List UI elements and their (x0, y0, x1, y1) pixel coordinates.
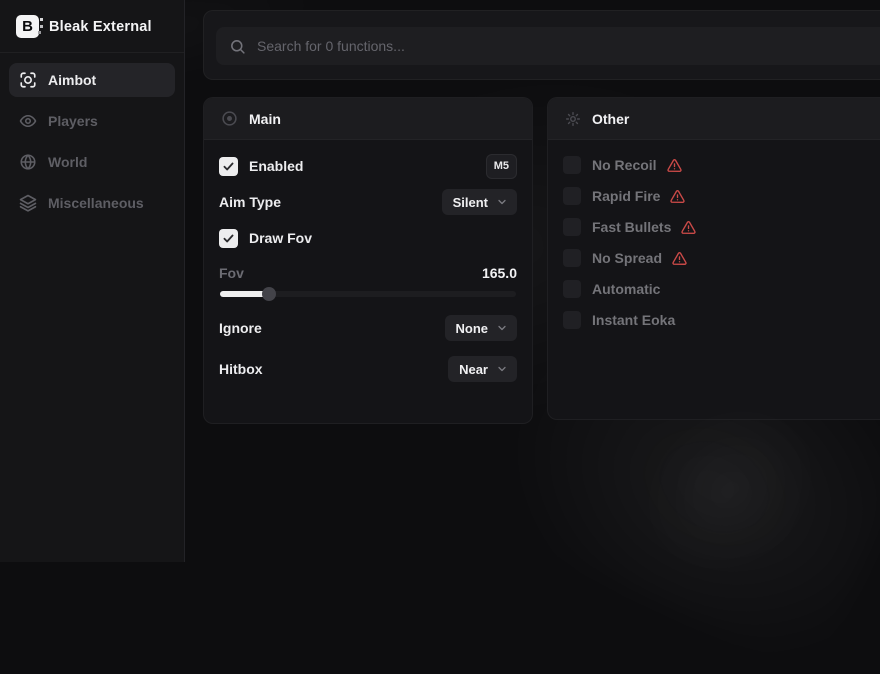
toggle-checkbox[interactable] (563, 218, 581, 236)
sidebar-item-miscellaneous[interactable]: Miscellaneous (9, 186, 175, 220)
aim-type-dropdown[interactable]: Silent (442, 189, 517, 215)
toggle-label: Rapid Fire (592, 188, 660, 204)
panel-other-body: No Recoil Rapid Fire Fast Bullets (548, 140, 880, 330)
warning-icon (670, 189, 685, 204)
fov-value: 165.0 (482, 265, 517, 281)
app-logo-icon: B (16, 15, 39, 38)
sidebar-item-aimbot[interactable]: Aimbot (9, 63, 175, 97)
draw-fov-label: Draw Fov (249, 230, 312, 246)
content-area: Main Enabled M5 Aim Type Silent (185, 0, 880, 562)
chevron-down-icon (496, 196, 508, 208)
ignore-row: Ignore None (219, 315, 517, 341)
toggle-checkbox[interactable] (563, 156, 581, 174)
panel-other: Other No Recoil Rapid Fire (547, 97, 880, 420)
toggle-label: No Recoil (592, 157, 657, 173)
panel-other-header: Other (548, 98, 880, 140)
panel-other-title: Other (592, 111, 629, 127)
ignore-label: Ignore (219, 320, 262, 336)
gear-icon (565, 111, 581, 127)
toggle-checkbox[interactable] (563, 187, 581, 205)
sidebar-item-world[interactable]: World (9, 145, 175, 179)
toggle-checkbox[interactable] (563, 280, 581, 298)
hitbox-dropdown[interactable]: Near (448, 356, 517, 382)
warning-icon (672, 251, 687, 266)
draw-fov-checkbox[interactable] (219, 229, 238, 248)
toggle-label: Automatic (592, 281, 660, 297)
chevron-down-icon (496, 322, 508, 334)
sidebar-divider (0, 52, 184, 53)
fov-row: Fov 165.0 (219, 263, 517, 283)
sidebar-item-players[interactable]: Players (9, 104, 175, 138)
sidebar: B Bleak External Aimbot Players (0, 0, 185, 562)
fov-slider-handle[interactable] (262, 287, 276, 301)
draw-fov-row: Draw Fov (219, 225, 517, 251)
enabled-label: Enabled (249, 158, 303, 174)
aim-type-value: Silent (453, 195, 488, 210)
panel-main-header: Main (204, 98, 532, 140)
globe-icon (19, 153, 37, 171)
sidebar-item-label: World (48, 154, 87, 170)
panel-main-title: Main (249, 111, 281, 127)
enabled-row: Enabled M5 (219, 153, 517, 179)
aim-type-row: Aim Type Silent (219, 189, 517, 215)
keybind-button[interactable]: M5 (486, 154, 517, 179)
toggle-item: Automatic (563, 279, 876, 299)
toggle-item: No Recoil (563, 155, 876, 175)
disc-target-icon (221, 110, 238, 127)
warning-icon (667, 158, 682, 173)
panel-main-body: Enabled M5 Aim Type Silent Draw Fov (204, 140, 532, 382)
toggle-list: No Recoil Rapid Fire Fast Bullets (563, 153, 876, 330)
toggle-label: Fast Bullets (592, 219, 671, 235)
ignore-value: None (456, 321, 489, 336)
search-card (203, 10, 880, 80)
fov-label: Fov (219, 265, 244, 281)
app-brand: B Bleak External (0, 0, 184, 52)
warning-icon (681, 220, 696, 235)
toggle-checkbox[interactable] (563, 249, 581, 267)
hitbox-value: Near (459, 362, 488, 377)
eye-icon (19, 112, 37, 130)
search-icon (229, 38, 246, 55)
enabled-checkbox[interactable] (219, 157, 238, 176)
toggle-label: Instant Eoka (592, 312, 675, 328)
toggle-checkbox[interactable] (563, 311, 581, 329)
app-title: Bleak External (49, 19, 152, 35)
panel-main: Main Enabled M5 Aim Type Silent (203, 97, 533, 424)
toggle-item: Instant Eoka (563, 310, 876, 330)
crosshair-focus-icon (19, 71, 37, 89)
hitbox-label: Hitbox (219, 361, 263, 377)
toggle-label: No Spread (592, 250, 662, 266)
sidebar-nav: Aimbot Players World (0, 63, 184, 220)
hitbox-row: Hitbox Near (219, 356, 517, 382)
toggle-item: Rapid Fire (563, 186, 876, 206)
aim-type-label: Aim Type (219, 194, 281, 210)
sidebar-item-label: Aimbot (48, 72, 96, 88)
toggle-item: Fast Bullets (563, 217, 876, 237)
ignore-dropdown[interactable]: None (445, 315, 518, 341)
fov-slider[interactable] (220, 287, 516, 301)
search-input[interactable] (257, 38, 877, 54)
layers-icon (19, 194, 37, 212)
search-box[interactable] (216, 27, 880, 65)
sidebar-item-label: Miscellaneous (48, 195, 144, 211)
toggle-item: No Spread (563, 248, 876, 268)
sidebar-item-label: Players (48, 113, 98, 129)
chevron-down-icon (496, 363, 508, 375)
